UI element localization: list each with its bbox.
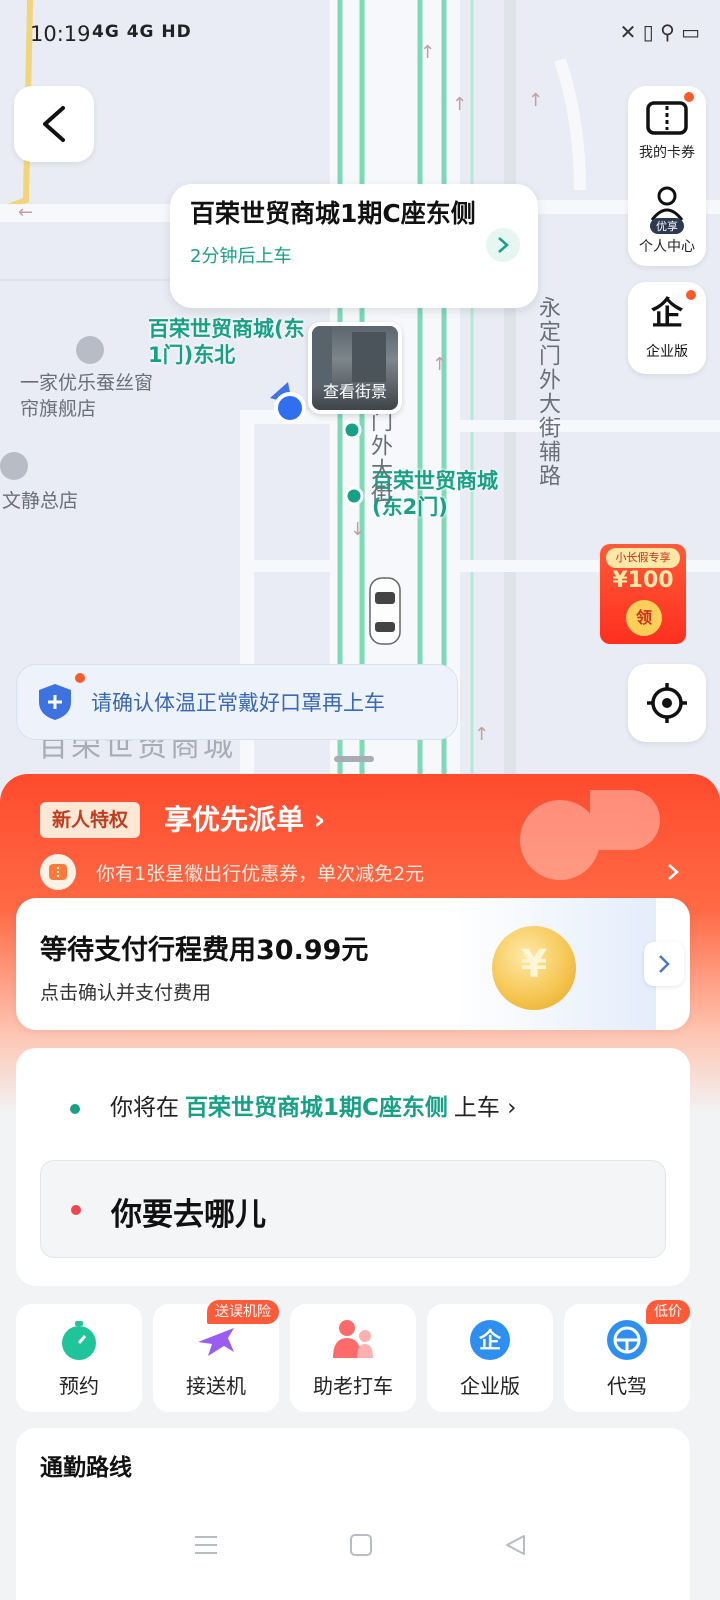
promo-title: 享优先派单 › [164, 803, 326, 836]
payment-arrow-button[interactable] [644, 942, 684, 986]
shield-icon [39, 684, 71, 720]
svg-text:↓: ↓ [350, 519, 365, 540]
chevron-right-icon [486, 228, 520, 262]
street-view-label: 查看街景 [322, 382, 387, 401]
svg-text:↑: ↑ [432, 354, 447, 375]
coupon-amount: ¥100 [612, 568, 674, 593]
svg-text:←: ← [18, 202, 33, 223]
map-label-station2: 百荣世贸商城(东2门) [372, 469, 498, 519]
elderly-person-icon [333, 1320, 373, 1358]
ticket-icon [646, 101, 688, 135]
home-icon[interactable] [349, 1533, 373, 1557]
my-coupons-button[interactable]: 我的卡券 [628, 86, 706, 176]
system-nav-bar [0, 1490, 720, 1600]
profile-label: 个人中心 [639, 239, 695, 255]
map-label-road-side: 永定门外大街辅路 [535, 296, 560, 488]
enterprise-icon: 企 [650, 294, 683, 332]
svg-text:↑: ↑ [474, 724, 489, 745]
coupon-get-label: 领 [626, 600, 662, 636]
service-enterprise[interactable]: 企 企业版 [427, 1304, 553, 1412]
pickup-eta: 2分钟后上车 [190, 246, 292, 267]
chevron-right-icon [659, 955, 670, 973]
coin-icon: ¥ [492, 926, 576, 1010]
menu-icon[interactable] [193, 1534, 219, 1556]
service-label: 接送机 [186, 1374, 246, 1398]
service-label: 助老打车 [313, 1374, 393, 1398]
coupon-icon [40, 854, 76, 890]
payment-card[interactable]: ¥ 等待支付行程费用30.99元 点击确认并支付费用 [16, 898, 690, 1030]
service-reserve[interactable]: 预约 [16, 1304, 142, 1412]
stopwatch-icon [62, 1321, 96, 1360]
my-coupons-label: 我的卡券 [639, 145, 695, 161]
profile-badge: 优享 [650, 218, 684, 234]
enterprise-button[interactable]: 企 企业版 [628, 282, 706, 374]
sheet-drag-handle[interactable] [334, 756, 374, 762]
crosshair-icon [647, 683, 687, 723]
destination-placeholder: 你要去哪儿 [111, 1197, 266, 1233]
back-triangle-icon[interactable] [503, 1533, 527, 1557]
pickup-suffix: 上车 › [453, 1095, 517, 1121]
profile-button[interactable]: 优享 个人中心 [628, 176, 706, 266]
street-view-image: 查看街景 [312, 326, 398, 410]
pickup-row[interactable]: 你将在 百荣世贸商城1期C座东侧 上车 › [110, 1088, 516, 1122]
service-airport[interactable]: 送误机险 接送机 [153, 1300, 279, 1412]
status-signal: 4G 4G HD [92, 22, 192, 42]
pickup-location: 百荣世贸商城1期C座东侧 [185, 1095, 448, 1121]
payment-title: 等待支付行程费用30.99元 [40, 935, 369, 966]
enterprise-icon: 企 [470, 1320, 510, 1360]
status-bar: 10:19 4G 4G HD ✕ ▯ ⚲ ▭ [0, 0, 720, 70]
status-time: 10:19 [30, 22, 91, 46]
pickup-dot [70, 1104, 80, 1114]
steering-wheel-icon [607, 1320, 647, 1360]
map-view[interactable]: ↑ ↑ ↑ ↑ ↑ ↓ ↑ ← 百荣世贸商城(东1门)东北 一家优乐蚕丝窗帘旗舰… [0, 0, 720, 800]
coupon-info-text: 你有1张星徽出行优惠券，单次减免2元 [96, 862, 425, 885]
coupon-info-row[interactable]: 你有1张星徽出行优惠券，单次减免2元 [40, 854, 680, 890]
service-chauffeur[interactable]: 低价 代驾 [564, 1300, 690, 1412]
side-panel: 我的卡券 优享 个人中心 [628, 86, 706, 266]
service-label: 代驾 [607, 1374, 647, 1398]
map-label-shop2: 文静总店 [2, 490, 79, 512]
service-label: 企业版 [460, 1374, 520, 1398]
safety-notice-banner[interactable]: 请确认体温正常戴好口罩再上车 [16, 664, 458, 740]
notification-dot [686, 290, 696, 300]
status-icons: ✕ ▯ ⚲ ▭ [619, 20, 700, 44]
svg-text:企: 企 [478, 1328, 502, 1354]
destination-dot [71, 1205, 81, 1215]
service-tag: 送误机险 [207, 1300, 279, 1324]
service-elderly[interactable]: 助老打车 [290, 1304, 416, 1412]
chevron-left-icon [43, 106, 65, 142]
commute-title: 通勤路线 [40, 1455, 132, 1481]
holiday-coupon-button[interactable]: 小长假专享 ¥100 领 [600, 544, 686, 644]
airplane-icon [198, 1328, 234, 1356]
pickup-point-name: 百荣世贸商城1期C座东侧 [190, 199, 476, 228]
user-icon [650, 186, 684, 221]
coupon-tag: 小长假专享 [606, 548, 680, 568]
enterprise-label: 企业版 [646, 344, 688, 360]
street-view-button[interactable]: 查看街景 [308, 322, 402, 414]
pickup-point-card[interactable]: 百荣世贸商城1期C座东侧 2分钟后上车 [170, 184, 538, 308]
service-tag: 低价 [646, 1300, 690, 1324]
svg-text:↑: ↑ [452, 94, 467, 115]
locate-button[interactable] [628, 664, 706, 742]
chevron-right-icon [668, 864, 679, 880]
payment-subtitle: 点击确认并支付费用 [40, 982, 212, 1004]
notification-dot [75, 673, 85, 683]
safety-notice-text: 请确认体温正常戴好口罩再上车 [91, 691, 385, 715]
service-shortcuts: 预约 送误机险 接送机 助老打车 企 企业版 低价 代驾 [16, 1300, 690, 1412]
coin-symbol: ¥ [520, 942, 548, 986]
notification-dot [684, 92, 694, 102]
map-label-shop1: 一家优乐蚕丝窗帘旗舰店 [20, 372, 154, 420]
trip-card: 你将在 百荣世贸商城1期C座东侧 上车 › 你要去哪儿 [16, 1048, 690, 1286]
pickup-prefix: 你将在 [110, 1095, 179, 1121]
back-button[interactable] [14, 86, 94, 162]
map-label-road-main: 门外大街 [367, 410, 392, 506]
map-label-poi1: 百荣世贸商城(东1门)东北 [148, 317, 305, 367]
svg-text:↑: ↑ [528, 90, 543, 111]
newcomer-badge: 新人特权 [40, 802, 141, 838]
service-label: 预约 [59, 1374, 99, 1398]
destination-input[interactable]: 你要去哪儿 [40, 1160, 666, 1258]
